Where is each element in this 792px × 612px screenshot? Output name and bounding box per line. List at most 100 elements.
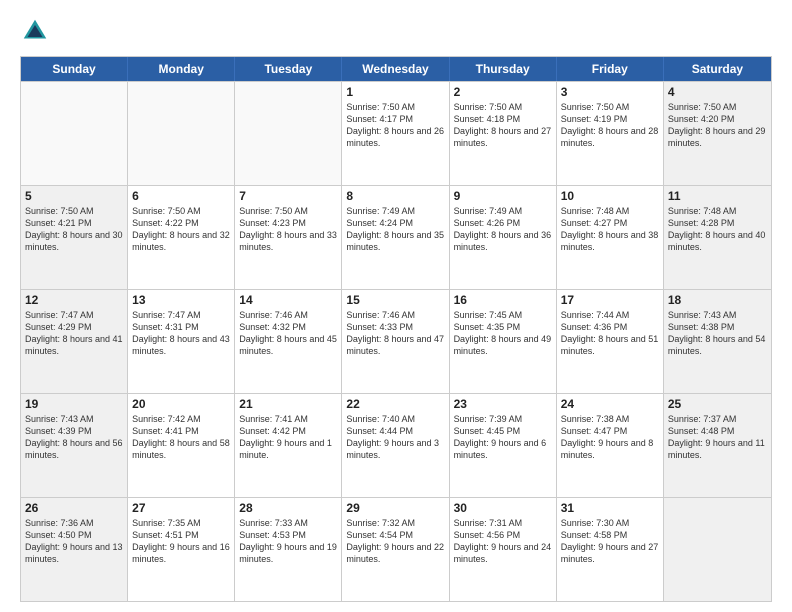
day-cell-14: 14 Sunrise: 7:46 AMSunset: 4:32 PMDayligh…: [235, 290, 342, 393]
day-cell-25: 25Sunrise: 7:37 AMSunset: 4:48 PMDayligh…: [664, 394, 771, 497]
day-info: Sunrise: 7:33 AMSunset: 4:53 PMDaylight:…: [239, 517, 337, 566]
day-cell-9: 9Sunrise: 7:49 AMSunset: 4:26 PMDaylight…: [450, 186, 557, 289]
day-number: 23: [454, 397, 552, 411]
calendar-row-3: 19Sunrise: 7:43 AMSunset: 4:39 PMDayligh…: [21, 393, 771, 497]
day-info: Sunrise: 7:49 AMSunset: 4:24 PMDaylight:…: [346, 205, 444, 254]
day-number: 7: [239, 189, 337, 203]
day-cell-3: 3 Sunrise: 7:50 AMSunset: 4:19 PMDaylight…: [557, 82, 664, 185]
day-number: 20: [132, 397, 230, 411]
day-number: 27: [132, 501, 230, 515]
day-info: Sunrise: 7:50 AMSunset: 4:19 PMDaylight:…: [561, 101, 659, 150]
day-cell-24: 24Sunrise: 7:38 AMSunset: 4:47 PMDayligh…: [557, 394, 664, 497]
day-info: Sunrise: 7:46 AMSunset: 4:33 PMDaylight:…: [346, 309, 444, 358]
day-number: 10: [561, 189, 659, 203]
day-cell-2: 2 Sunrise: 7:50 AMSunset: 4:18 PMDaylight…: [450, 82, 557, 185]
day-info: Sunrise: 7:46 AMSunset: 4:32 PMDaylight:…: [239, 309, 337, 358]
calendar-body: 1 Sunrise: 7:50 AMSunset: 4:17 PMDaylight…: [21, 81, 771, 601]
day-info: Sunrise: 7:41 AMSunset: 4:42 PMDaylight:…: [239, 413, 337, 462]
header-day-tuesday: Tuesday: [235, 57, 342, 81]
day-number: 31: [561, 501, 659, 515]
day-info: Sunrise: 7:30 AMSunset: 4:58 PMDaylight:…: [561, 517, 659, 566]
day-info: Sunrise: 7:31 AMSunset: 4:56 PMDaylight:…: [454, 517, 552, 566]
day-cell-8: 8 Sunrise: 7:49 AMSunset: 4:24 PMDaylight…: [342, 186, 449, 289]
empty-cell-0-2: [235, 82, 342, 185]
day-number: 13: [132, 293, 230, 307]
day-cell-21: 21 Sunrise: 7:41 AMSunset: 4:42 PMDayligh…: [235, 394, 342, 497]
day-number: 29: [346, 501, 444, 515]
header-day-saturday: Saturday: [664, 57, 771, 81]
day-info: Sunrise: 7:48 AMSunset: 4:27 PMDaylight:…: [561, 205, 659, 254]
day-number: 3: [561, 85, 659, 99]
day-cell-31: 31 Sunrise: 7:30 AMSunset: 4:58 PMDayligh…: [557, 498, 664, 601]
header-day-thursday: Thursday: [450, 57, 557, 81]
day-cell-12: 12Sunrise: 7:47 AMSunset: 4:29 PMDayligh…: [21, 290, 128, 393]
empty-cell-0-1: [128, 82, 235, 185]
calendar: SundayMondayTuesdayWednesdayThursdayFrid…: [20, 56, 772, 602]
day-info: Sunrise: 7:36 AMSunset: 4:50 PMDaylight:…: [25, 517, 123, 566]
day-cell-26: 26Sunrise: 7:36 AMSunset: 4:50 PMDayligh…: [21, 498, 128, 601]
day-cell-1: 1 Sunrise: 7:50 AMSunset: 4:17 PMDaylight…: [342, 82, 449, 185]
day-cell-4: 4Sunrise: 7:50 AMSunset: 4:20 PMDaylight…: [664, 82, 771, 185]
day-number: 21: [239, 397, 337, 411]
day-info: Sunrise: 7:50 AMSunset: 4:22 PMDaylight:…: [132, 205, 230, 254]
calendar-header: SundayMondayTuesdayWednesdayThursdayFrid…: [21, 57, 771, 81]
day-number: 8: [346, 189, 444, 203]
day-info: Sunrise: 7:39 AMSunset: 4:45 PMDaylight:…: [454, 413, 552, 462]
day-info: Sunrise: 7:42 AMSunset: 4:41 PMDaylight:…: [132, 413, 230, 462]
empty-cell-0-0: [21, 82, 128, 185]
day-info: Sunrise: 7:43 AMSunset: 4:39 PMDaylight:…: [25, 413, 123, 462]
day-cell-13: 13Sunrise: 7:47 AMSunset: 4:31 PMDayligh…: [128, 290, 235, 393]
page: SundayMondayTuesdayWednesdayThursdayFrid…: [0, 0, 792, 612]
day-cell-27: 27 Sunrise: 7:35 AMSunset: 4:51 PMDayligh…: [128, 498, 235, 601]
day-cell-19: 19Sunrise: 7:43 AMSunset: 4:39 PMDayligh…: [21, 394, 128, 497]
day-info: Sunrise: 7:32 AMSunset: 4:54 PMDaylight:…: [346, 517, 444, 566]
day-number: 28: [239, 501, 337, 515]
day-cell-15: 15 Sunrise: 7:46 AMSunset: 4:33 PMDayligh…: [342, 290, 449, 393]
day-info: Sunrise: 7:45 AMSunset: 4:35 PMDaylight:…: [454, 309, 552, 358]
logo-icon: [20, 16, 50, 46]
day-info: Sunrise: 7:35 AMSunset: 4:51 PMDaylight:…: [132, 517, 230, 566]
day-cell-18: 18 Sunrise: 7:43 AMSunset: 4:38 PMDayligh…: [664, 290, 771, 393]
day-cell-20: 20 Sunrise: 7:42 AMSunset: 4:41 PMDayligh…: [128, 394, 235, 497]
day-number: 2: [454, 85, 552, 99]
day-info: Sunrise: 7:50 AMSunset: 4:18 PMDaylight:…: [454, 101, 552, 150]
header: [20, 16, 772, 46]
day-number: 12: [25, 293, 123, 307]
day-number: 11: [668, 189, 767, 203]
day-cell-17: 17 Sunrise: 7:44 AMSunset: 4:36 PMDayligh…: [557, 290, 664, 393]
day-number: 4: [668, 85, 767, 99]
day-number: 15: [346, 293, 444, 307]
calendar-row-0: 1 Sunrise: 7:50 AMSunset: 4:17 PMDaylight…: [21, 81, 771, 185]
day-info: Sunrise: 7:40 AMSunset: 4:44 PMDaylight:…: [346, 413, 444, 462]
empty-cell-4-6: [664, 498, 771, 601]
day-info: Sunrise: 7:50 AMSunset: 4:21 PMDaylight:…: [25, 205, 123, 254]
day-cell-7: 7 Sunrise: 7:50 AMSunset: 4:23 PMDaylight…: [235, 186, 342, 289]
day-number: 1: [346, 85, 444, 99]
day-cell-11: 11 Sunrise: 7:48 AMSunset: 4:28 PMDayligh…: [664, 186, 771, 289]
day-info: Sunrise: 7:43 AMSunset: 4:38 PMDaylight:…: [668, 309, 767, 358]
calendar-row-2: 12Sunrise: 7:47 AMSunset: 4:29 PMDayligh…: [21, 289, 771, 393]
day-cell-6: 6Sunrise: 7:50 AMSunset: 4:22 PMDaylight…: [128, 186, 235, 289]
logo: [20, 16, 54, 46]
day-info: Sunrise: 7:37 AMSunset: 4:48 PMDaylight:…: [668, 413, 767, 462]
day-number: 18: [668, 293, 767, 307]
day-cell-22: 22Sunrise: 7:40 AMSunset: 4:44 PMDayligh…: [342, 394, 449, 497]
day-cell-28: 28 Sunrise: 7:33 AMSunset: 4:53 PMDayligh…: [235, 498, 342, 601]
day-number: 17: [561, 293, 659, 307]
header-day-friday: Friday: [557, 57, 664, 81]
day-number: 14: [239, 293, 337, 307]
day-cell-5: 5 Sunrise: 7:50 AMSunset: 4:21 PMDaylight…: [21, 186, 128, 289]
day-cell-30: 30Sunrise: 7:31 AMSunset: 4:56 PMDayligh…: [450, 498, 557, 601]
calendar-row-4: 26Sunrise: 7:36 AMSunset: 4:50 PMDayligh…: [21, 497, 771, 601]
header-day-wednesday: Wednesday: [342, 57, 449, 81]
day-number: 5: [25, 189, 123, 203]
day-info: Sunrise: 7:50 AMSunset: 4:17 PMDaylight:…: [346, 101, 444, 150]
day-info: Sunrise: 7:38 AMSunset: 4:47 PMDaylight:…: [561, 413, 659, 462]
header-day-monday: Monday: [128, 57, 235, 81]
day-number: 16: [454, 293, 552, 307]
day-info: Sunrise: 7:48 AMSunset: 4:28 PMDaylight:…: [668, 205, 767, 254]
calendar-row-1: 5 Sunrise: 7:50 AMSunset: 4:21 PMDaylight…: [21, 185, 771, 289]
day-cell-23: 23 Sunrise: 7:39 AMSunset: 4:45 PMDayligh…: [450, 394, 557, 497]
day-info: Sunrise: 7:44 AMSunset: 4:36 PMDaylight:…: [561, 309, 659, 358]
day-info: Sunrise: 7:50 AMSunset: 4:23 PMDaylight:…: [239, 205, 337, 254]
